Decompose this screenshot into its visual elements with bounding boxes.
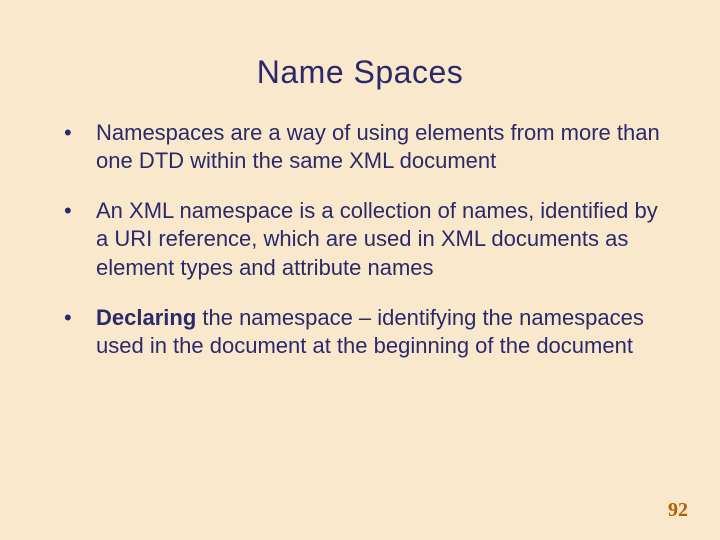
list-item: An XML namespace is a collection of name…: [50, 197, 670, 281]
list-item: Declaring the namespace – identifying th…: [50, 304, 670, 360]
page-number: 92: [668, 499, 688, 522]
slide-title: Name Spaces: [50, 54, 670, 91]
bullet-text: Namespaces are a way of using elements f…: [96, 120, 660, 173]
bullet-list: Namespaces are a way of using elements f…: [50, 119, 670, 360]
bullet-text: An XML namespace is a collection of name…: [96, 198, 658, 279]
bullet-bold-lead: Declaring: [96, 305, 196, 330]
slide: Name Spaces Namespaces are a way of usin…: [0, 0, 720, 540]
list-item: Namespaces are a way of using elements f…: [50, 119, 670, 175]
